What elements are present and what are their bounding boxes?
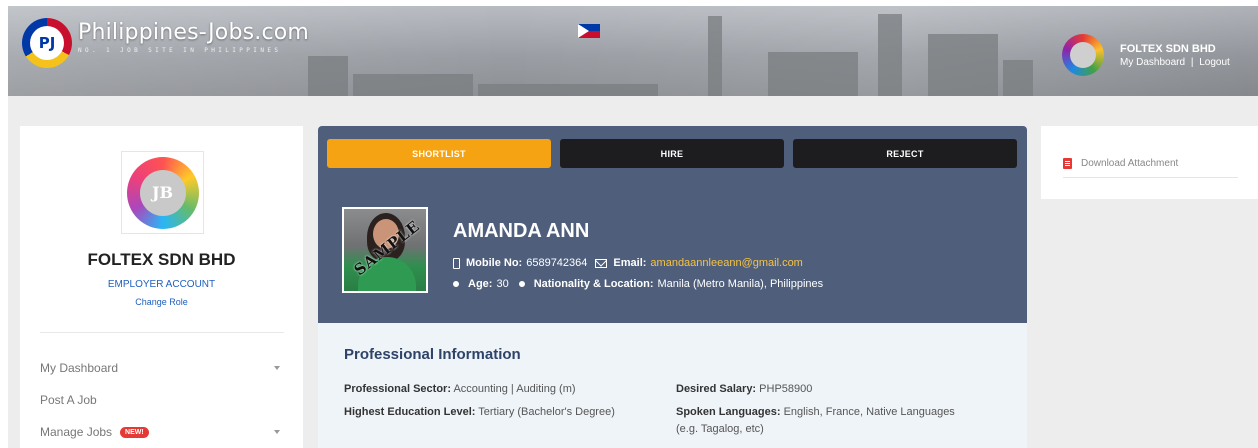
candidate-header: SHORTLIST HIRE REJECT SAMPLE AMANDA ANN … [318,126,1027,323]
user-company-name: FOLTEX SDN BHD [1120,42,1216,55]
new-badge: NEW! [120,426,149,438]
attachment-divider [1063,177,1238,178]
sidebar-item-post-a-job[interactable]: Post A Job [40,384,284,416]
hire-button[interactable]: HIRE [560,139,784,168]
sidebar-item-label: Post A Job [40,393,97,407]
age-value: 30 [496,278,509,290]
professional-sector: Professional Sector: Accounting | Auditi… [344,383,576,395]
nationality-label: Nationality & Location: [533,278,654,290]
candidate-name: AMANDA ANN [453,220,590,242]
section-title: Professional Information [344,346,521,363]
change-role-link[interactable]: Change Role [20,297,303,307]
company-name: FOLTEX SDN BHD [87,250,236,269]
sidebar-divider [40,332,284,333]
sidebar-item-manage-jobs[interactable]: Manage Jobs NEW! [40,416,284,448]
age-label: Age: [468,278,493,290]
sidebar-item-my-dashboard[interactable]: My Dashboard [40,352,284,384]
avatar[interactable] [1062,34,1104,76]
chevron-down-icon [274,430,280,434]
bullet-icon [518,281,525,287]
pdf-file-icon [1063,158,1072,169]
site-header: PJ Philippines-Jobs.com NO. 1 JOB SITE I… [8,6,1258,96]
sidebar: JB FOLTEX SDN BHD EMPLOYER ACCOUNT Chang… [20,126,303,448]
site-tagline: NO. 1 JOB SITE IN PHILIPPINES [78,47,282,54]
my-dashboard-link[interactable]: My Dashboard [1120,57,1185,68]
site-title: Philippines-Jobs.com [78,20,310,45]
email-link[interactable]: amandaannleeann@gmail.com [650,257,802,269]
desired-salary: Desired Salary: PHP58900 [676,383,813,395]
chevron-down-icon [274,366,280,370]
download-attachment-label: Download Attachment [1081,158,1179,169]
app-frame: PJ Philippines-Jobs.com NO. 1 JOB SITE I… [8,6,1258,448]
candidate-actions: SHORTLIST HIRE REJECT [327,139,1026,168]
mobile-icon [453,257,460,269]
highest-education: Highest Education Level: Tertiary (Bache… [344,406,615,418]
avatar-mark [1070,42,1096,68]
logout-link[interactable]: Logout [1199,57,1230,68]
shortlist-button[interactable]: SHORTLIST [327,139,551,168]
sidebar-menu: My Dashboard Post A Job Manage Jobs NEW! [40,352,284,448]
philippines-flag-icon [578,24,600,38]
company-logo: JB [121,151,204,234]
professional-info-panel: Professional Information Professional Se… [318,323,1027,448]
spoken-languages: Spoken Languages: English, France, Nativ… [676,406,955,435]
mobile-label: Mobile No: [466,257,523,269]
link-separator: | [1190,56,1194,68]
sidebar-item-label: My Dashboard [40,361,119,375]
envelope-icon [595,258,608,268]
user-menu: FOLTEX SDN BHD My Dashboard | Logout [1062,34,1230,76]
site-logo[interactable]: PJ Philippines-Jobs.com NO. 1 JOB SITE I… [22,18,309,68]
nationality-value: Manila (Metro Manila), Philippines [657,278,824,290]
email-label: Email: [613,257,647,269]
candidate-details: Age: 30 Nationality & Location: Manila (… [453,278,823,290]
download-attachment-link[interactable]: Download Attachment [1063,158,1178,169]
mobile-value: 6589742364 [526,257,588,269]
candidate-contact: Mobile No: 6589742364 Email: amandaannle… [453,257,803,269]
sidebar-item-label: Manage Jobs [40,425,113,439]
site-logo-mark: PJ [22,18,72,68]
reject-button[interactable]: REJECT [793,139,1017,168]
candidate-photo: SAMPLE [342,207,428,293]
bullet-icon [453,281,459,287]
attachment-panel: Download Attachment [1041,126,1258,199]
account-type: EMPLOYER ACCOUNT [107,279,216,290]
